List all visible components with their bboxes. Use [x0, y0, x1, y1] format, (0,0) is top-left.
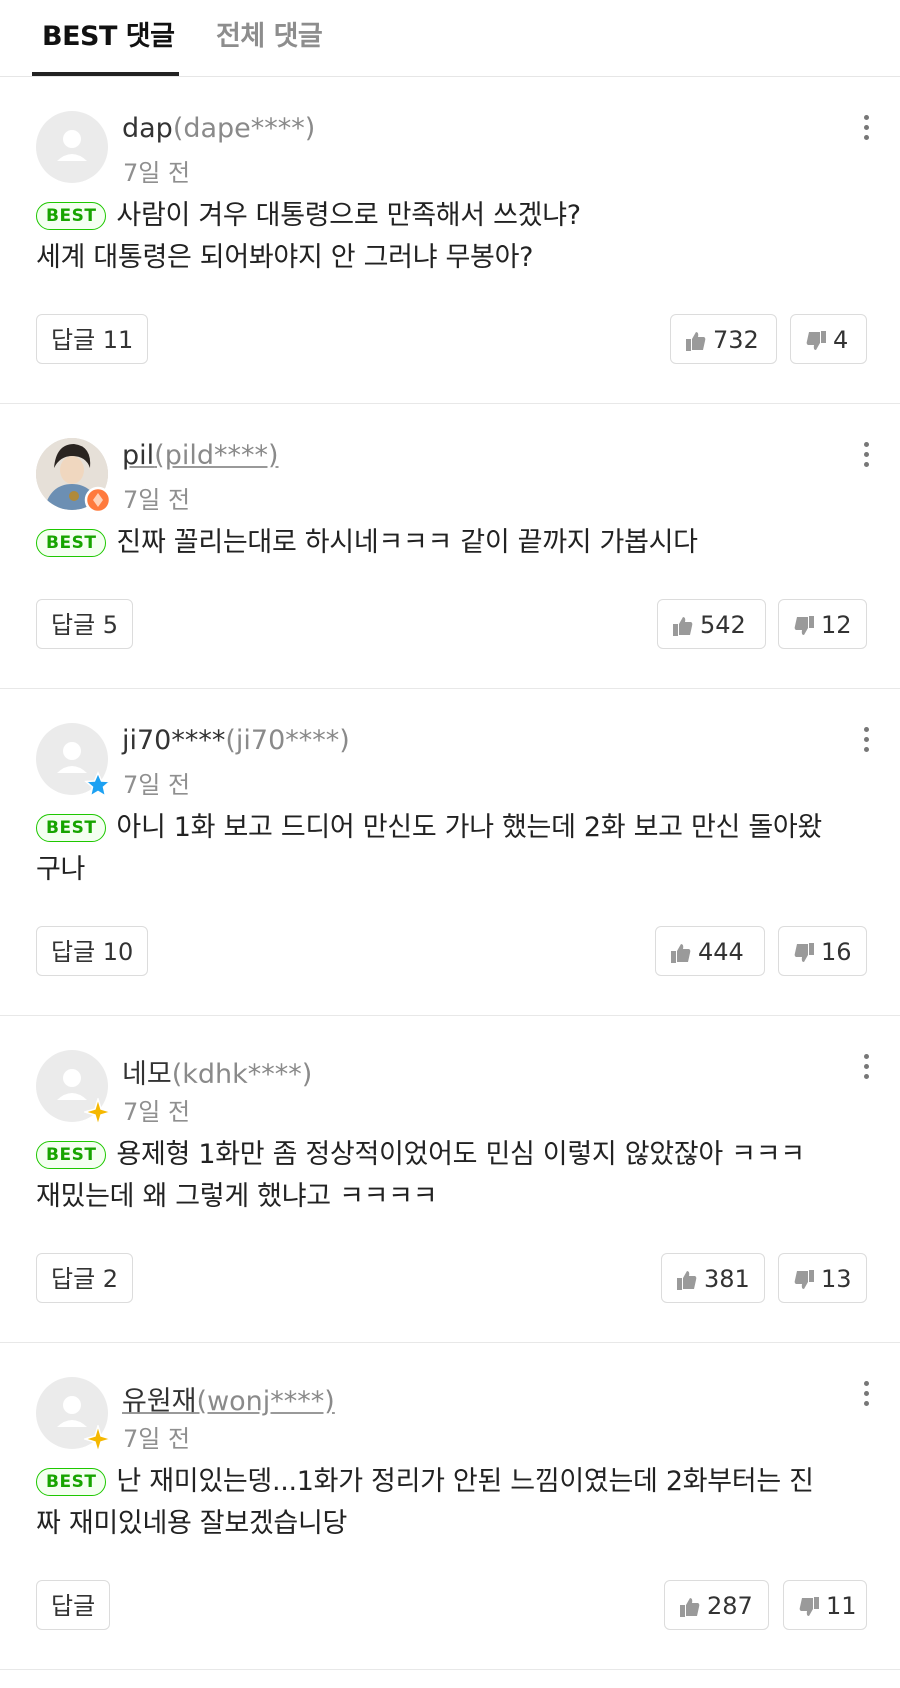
- reply-button[interactable]: 답글 5: [36, 599, 134, 649]
- comment-item: 네모(kdhk****) 7일 전 BEST 용제형 1화만 좀 정상적이었어도 …: [0, 1016, 900, 1343]
- avatar[interactable]: [36, 438, 112, 514]
- dislike-button[interactable]: 11: [783, 1580, 867, 1630]
- like-button[interactable]: 444: [655, 926, 765, 976]
- author-nickname: dap: [122, 113, 173, 144]
- more-vertical-icon[interactable]: [862, 442, 870, 472]
- level-badge-icon: [84, 486, 112, 514]
- comment-author[interactable]: pil(pild****): [122, 440, 279, 471]
- comment-text: BEST 용제형 1화만 좀 정상적이었어도 민심 이렇지 않았잖아 ㅋㅋㅋ 재밌…: [36, 1134, 864, 1218]
- active-tab-indicator: [32, 72, 179, 76]
- reply-button[interactable]: 답글 10: [36, 926, 149, 976]
- thumb-down-icon: [806, 331, 826, 350]
- blue-star-badge-icon: [84, 771, 112, 798]
- like-button[interactable]: 542: [657, 599, 766, 649]
- comment-line-1: 사람이 겨우 대통령으로 만족해서 쓰겠냐?: [116, 200, 581, 231]
- author-id: (ji70****): [225, 725, 350, 756]
- best-badge: BEST: [36, 814, 107, 842]
- comment-item: ji70****(ji70****) 7일 전 BEST 아니 1화 보고 드디어…: [0, 689, 900, 1016]
- reply-button[interactable]: 답글: [36, 1580, 111, 1630]
- thumb-up-icon: [677, 1271, 697, 1290]
- comment-time: 7일 전: [123, 1098, 191, 1126]
- author-id: (kdhk****): [171, 1059, 313, 1090]
- comment-line-2: 재밌는데 왜 그렇게 했냐고 ㅋㅋㅋㅋ: [36, 1181, 438, 1212]
- more-vertical-icon[interactable]: [862, 727, 870, 757]
- best-badge: BEST: [36, 1468, 107, 1496]
- comment-text: BEST 아니 1화 보고 드디어 만신도 가나 했는데 2화 보고 만신 돌아왔…: [36, 807, 864, 891]
- avatar[interactable]: [36, 1377, 112, 1453]
- like-button[interactable]: 287: [664, 1580, 769, 1630]
- author-nickname: ji70****: [122, 725, 226, 756]
- default-avatar-icon: [57, 130, 87, 161]
- dislike-button[interactable]: 4: [790, 314, 867, 364]
- dislike-button[interactable]: 13: [778, 1253, 867, 1303]
- thumb-up-icon: [671, 944, 691, 963]
- thumb-down-icon: [794, 943, 814, 962]
- reply-button[interactable]: 답글 11: [36, 314, 149, 364]
- comment-line-1: 난 재미있는뎅...1화가 정리가 안된 느낌이였는데 2화부터는 진: [116, 1466, 814, 1497]
- comment-author[interactable]: dap(dape****): [122, 113, 315, 144]
- thumb-up-icon: [680, 1598, 700, 1617]
- comment-author[interactable]: 네모(kdhk****): [122, 1052, 312, 1091]
- comment-author[interactable]: ji70****(ji70****): [122, 725, 350, 756]
- dislike-button[interactable]: 12: [778, 599, 867, 649]
- like-count: 287: [707, 1592, 753, 1620]
- comment-time: 7일 전: [123, 771, 191, 799]
- more-vertical-icon[interactable]: [862, 115, 870, 145]
- author-id: (dape****): [172, 113, 316, 144]
- comment-list: dap(dape****) 7일 전 BEST 사람이 겨우 대통령으로 만족해서…: [0, 77, 900, 1670]
- thumb-up-icon: [686, 332, 706, 351]
- author-id: (pild****): [154, 440, 279, 471]
- comment-text: BEST 사람이 겨우 대통령으로 만족해서 쓰겠냐? 세계 대통령은 되어봐야지…: [36, 195, 864, 279]
- best-badge: BEST: [36, 1141, 107, 1169]
- comment-line-1: 아니 1화 보고 드디어 만신도 가나 했는데 2화 보고 만신 돌아왔: [116, 812, 822, 843]
- dislike-count: 11: [826, 1592, 857, 1620]
- like-count: 542: [700, 611, 746, 639]
- more-vertical-icon[interactable]: [862, 1054, 870, 1084]
- comment-time: 7일 전: [123, 486, 191, 514]
- gold-star-badge-icon: [84, 1098, 112, 1126]
- gold-star-badge-icon: [84, 1425, 112, 1453]
- avatar[interactable]: [36, 723, 112, 798]
- comment-item: dap(dape****) 7일 전 BEST 사람이 겨우 대통령으로 만족해서…: [0, 77, 900, 404]
- more-vertical-icon[interactable]: [862, 1381, 870, 1411]
- tab-all-comments[interactable]: 전체 댓글: [216, 14, 323, 53]
- dislike-count: 12: [821, 611, 852, 639]
- like-button[interactable]: 732: [670, 314, 777, 364]
- comment-item: pil(pild****) 7일 전 BEST 진짜 꼴리는대로 하시네ㅋㅋㅋ 같…: [0, 404, 900, 689]
- comment-line-2: 짜 재미있네용 잘보겠습니당: [36, 1508, 348, 1539]
- comment-line-2: 구나: [36, 854, 86, 885]
- comment-line-1: 용제형 1화만 좀 정상적이었어도 민심 이렇지 않았잖아 ㅋㅋㅋ: [116, 1139, 805, 1170]
- tab-best-comments[interactable]: BEST 댓글: [42, 14, 175, 53]
- best-badge: BEST: [36, 529, 107, 557]
- reply-button[interactable]: 답글 2: [36, 1253, 134, 1303]
- comment-author[interactable]: 유원재(wonj****): [122, 1379, 335, 1418]
- author-nickname: 유원재: [122, 1386, 197, 1417]
- dislike-count: 4: [833, 326, 849, 354]
- comment-text: BEST 진짜 꼴리는대로 하시네ㅋㅋㅋ 같이 끝까지 가봅시다: [36, 522, 864, 564]
- dislike-count: 16: [821, 938, 852, 966]
- best-badge: BEST: [36, 202, 107, 230]
- comment-item: 유원재(wonj****) 7일 전 BEST 난 재미있는뎅...1화가 정리가…: [0, 1343, 900, 1670]
- comment-text: BEST 난 재미있는뎅...1화가 정리가 안된 느낌이였는데 2화부터는 진 …: [36, 1461, 864, 1545]
- thumb-up-icon: [673, 617, 693, 636]
- comment-line-1: 진짜 꼴리는대로 하시네ㅋㅋㅋ 같이 끝까지 가봅시다: [116, 527, 698, 558]
- comment-time: 7일 전: [123, 1425, 191, 1453]
- comment-line-2: 세계 대통령은 되어봐야지 안 그러냐 무봉아?: [36, 242, 534, 273]
- like-count: 444: [698, 938, 744, 966]
- avatar[interactable]: [36, 1050, 112, 1126]
- author-nickname: 네모: [122, 1059, 172, 1090]
- dislike-count: 13: [821, 1265, 852, 1293]
- thumb-down-icon: [799, 1597, 819, 1616]
- like-count: 732: [713, 326, 759, 354]
- thumb-down-icon: [794, 1270, 814, 1289]
- author-id: (wonj****): [196, 1386, 335, 1417]
- comment-time: 7일 전: [123, 159, 191, 187]
- like-count: 381: [704, 1265, 750, 1293]
- thumb-down-icon: [794, 616, 814, 635]
- comment-tabs: BEST 댓글 전체 댓글: [0, 0, 900, 77]
- like-button[interactable]: 381: [661, 1253, 765, 1303]
- author-nickname: pil: [122, 440, 155, 471]
- avatar[interactable]: [36, 111, 108, 183]
- dislike-button[interactable]: 16: [778, 926, 867, 976]
